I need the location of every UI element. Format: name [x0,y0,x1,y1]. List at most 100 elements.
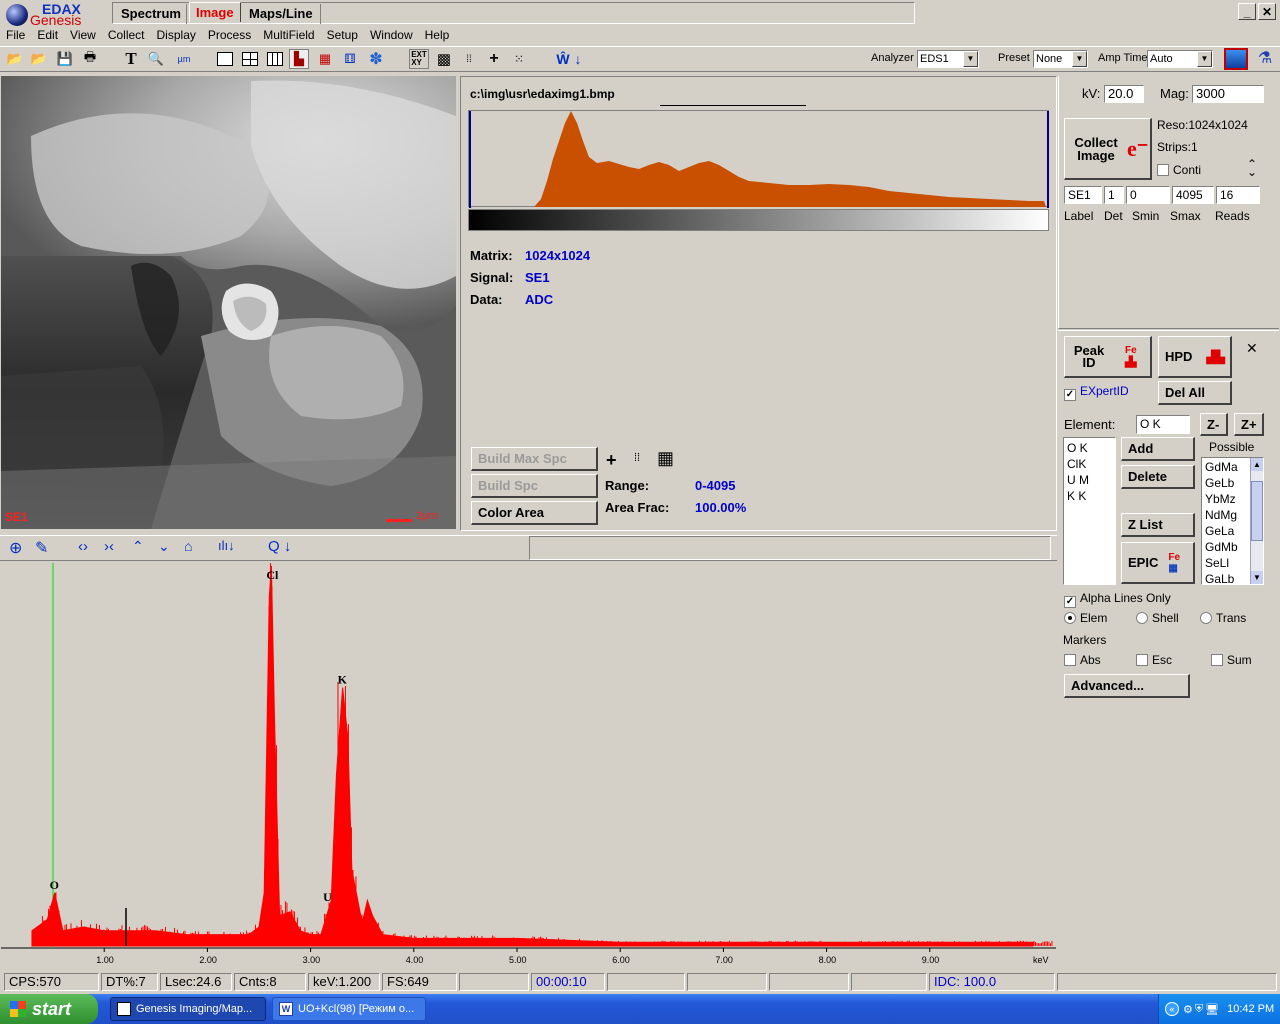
taskbar-item-genesis[interactable]: Genesis Imaging/Map... [110,997,266,1021]
del-all-button[interactable]: Del All [1158,381,1232,405]
color-area-button[interactable]: Color Area [471,501,598,525]
expand-vertical-icon[interactable]: ⌃ [132,538,144,555]
home-icon[interactable]: ⌂ [184,538,192,554]
analyzer-select[interactable]: EDS1 ▼ [917,50,979,68]
abs-checkbox[interactable]: Abs [1064,653,1101,667]
element-input[interactable]: O K [1136,415,1190,434]
updown-arrows-icon[interactable]: ⌃ ⌄ [1247,158,1257,178]
menu-setup[interactable]: Setup [327,28,358,42]
det-field[interactable]: 1 [1104,186,1124,204]
map-spectrum-icon[interactable]: ⚅ [340,49,360,69]
scroll-up-icon[interactable]: ▲ [1251,458,1263,471]
sum-check[interactable] [1211,654,1223,666]
close-window-button[interactable]: ✕ [1258,3,1276,20]
scroll-down-icon[interactable]: ▼ [1251,571,1263,584]
build-spc-button[interactable]: Build Spc [471,474,598,498]
element-list[interactable]: O K ClK U M K K [1063,437,1116,585]
menu-display[interactable]: Display [157,28,196,42]
compress-icon[interactable]: ›‹ [104,538,114,555]
chevron-down-icon[interactable]: ▼ [963,51,978,67]
possible-scrollbar[interactable]: ▲ ▼ [1250,458,1263,584]
layout-1x1-icon[interactable] [215,49,235,69]
save-icon[interactable]: 💾 [55,49,75,69]
label-field[interactable]: SE1 [1064,186,1102,204]
point-tool-icon[interactable]: + [606,450,617,471]
histogram[interactable] [468,110,1049,208]
esc-check[interactable] [1136,654,1148,666]
tab-maps-line[interactable]: Maps/Line [243,4,321,24]
expert-id-check[interactable]: ✓ [1064,389,1076,401]
close-panel-icon[interactable]: ✕ [1246,340,1258,357]
open-file-icon[interactable]: 📂 [29,49,49,69]
list-item[interactable]: K K [1067,488,1112,504]
mag-input[interactable]: 3000 [1192,85,1264,103]
smin-field[interactable]: 0 [1126,186,1170,204]
menu-file[interactable]: File [6,28,25,42]
taskbar-item-document[interactable]: W UO+Kcl(98) [Режим о... [272,997,426,1021]
menu-edit[interactable]: Edit [37,28,58,42]
volume-icon[interactable]: 🖥 [1205,1003,1219,1016]
list-item[interactable]: ClK [1067,456,1112,472]
tab-spectrum[interactable]: Spectrum [115,4,187,24]
security-icon[interactable]: ⛨ [1195,1003,1203,1016]
area-grid-tool-icon[interactable]: ▦ [657,448,674,469]
pointer-tool-icon[interactable]: ⊕ [9,538,22,558]
micron-marker-icon[interactable]: µm [174,49,194,69]
ext-xy-icon[interactable]: EXT XY [409,49,429,69]
delete-button[interactable]: Delete [1121,465,1195,489]
preset-select[interactable]: None ▼ [1033,50,1088,68]
compress-vertical-icon[interactable]: ⌄ [158,538,170,555]
shell-radio[interactable]: Shell [1136,611,1179,625]
amp-time-select[interactable]: Auto ▼ [1147,50,1213,68]
trans-radio[interactable]: Trans [1200,611,1246,625]
hpd-button[interactable]: HPD ▟▙ [1158,336,1232,378]
small-grid-tool-icon[interactable]: ⁞⁞ [634,452,640,464]
epic-button[interactable]: EPIC Fe ▦ [1121,542,1195,584]
eraser-tool-icon[interactable]: ✎ [35,538,48,558]
dense-grid-icon[interactable]: ▩ [434,49,454,69]
network-icon[interactable]: ⚙ [1183,1003,1193,1016]
peak-down-icon[interactable]: ılı↓ [218,538,235,553]
possible-list[interactable]: GdMa GeLb YbMz NdMg GeLa GdMb SeLl GaLb … [1201,457,1264,585]
z-list-button[interactable]: Z List [1121,513,1195,537]
z-plus-button[interactable]: Z+ [1234,413,1264,436]
smax-field[interactable]: 4095 [1172,186,1214,204]
tray-chevron-icon[interactable]: « [1165,1002,1179,1016]
kv-input[interactable]: 20.0 [1104,85,1144,103]
sem-image[interactable]: SE1 2μm [1,76,456,529]
elem-radio[interactable]: Elem [1064,611,1107,625]
layout-3x3-icon[interactable] [265,49,285,69]
list-item[interactable]: O K [1067,440,1112,456]
z-minus-button[interactable]: Z- [1200,413,1228,436]
collect-image-button[interactable]: Collect Image e⁻ [1064,118,1152,180]
advanced-button[interactable]: Advanced... [1064,674,1190,698]
chevron-down-icon[interactable]: ▼ [1197,51,1212,67]
minimize-button[interactable]: _ [1238,3,1256,20]
abs-check[interactable] [1064,654,1076,666]
start-button[interactable]: start [0,994,98,1024]
layout-2x2-icon[interactable] [240,49,260,69]
reel-icon[interactable]: ✽ [366,49,386,69]
scroll-thumb[interactable] [1251,481,1263,541]
menu-process[interactable]: Process [208,28,251,42]
tab-image[interactable]: Image [189,2,241,22]
histogram-view-icon[interactable]: ▙ [289,49,309,69]
expand-icon[interactable]: ‹› [78,538,88,555]
zoom-tool-icon[interactable]: 🔍 [146,49,166,69]
grid-spectrum-icon[interactable]: ▦ [315,49,335,69]
chevron-down-icon[interactable]: ▼ [1072,51,1087,67]
list-item[interactable]: U M [1067,472,1112,488]
dot-grid-icon[interactable]: ⁙ [509,49,529,69]
spectrum-plot[interactable]: 1.00 2.00 3.00 4.00 5.00 6.00 7.00 8.00 9.00 O Cl… [1,460,1056,970]
elem-radio-dot[interactable] [1064,612,1076,624]
menu-multifield[interactable]: MultiField [263,28,314,42]
trans-radio-dot[interactable] [1200,612,1212,624]
conti-checkbox-box[interactable] [1157,164,1169,176]
sum-checkbox[interactable]: Sum [1211,653,1252,667]
esc-checkbox[interactable]: Esc [1136,653,1172,667]
reads-field[interactable]: 16 [1216,186,1260,204]
open-folder-icon[interactable]: 📂 [5,49,25,69]
shell-radio-dot[interactable] [1136,612,1148,624]
crosshair-icon[interactable]: + [484,49,504,69]
build-max-spc-button[interactable]: Build Max Spc [471,447,598,471]
